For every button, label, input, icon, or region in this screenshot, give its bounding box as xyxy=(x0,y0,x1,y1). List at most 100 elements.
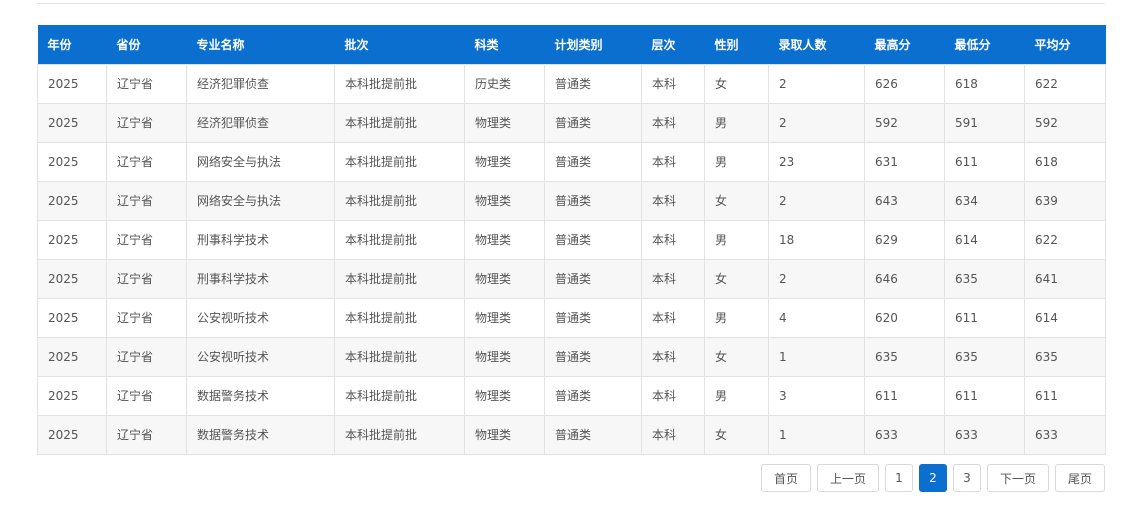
cell-plan-type: 普通类 xyxy=(544,63,642,104)
table-header: 年份 省份 专业名称 批次 科类 计划类别 层次 性别 录取人数 最高分 最低分… xyxy=(37,25,1106,64)
admission-score-table: 年份 省份 专业名称 批次 科类 计划类别 层次 性别 录取人数 最高分 最低分… xyxy=(37,25,1106,455)
cell-subject-type: 物理类 xyxy=(464,336,545,377)
table-row: 2025 辽宁省 刑事科学技术 本科批提前批 物理类 普通类 本科女 2 646 635 641 xyxy=(37,258,1106,299)
table-row: 2025 辽宁省 刑事科学技术 本科批提前批 物理类 普通类 本科男 18 629 614 622 xyxy=(37,219,1106,260)
cell-avg-score: 611 xyxy=(1024,375,1106,416)
cell-province: 辽宁省 xyxy=(106,258,187,299)
cell-year: 2025 xyxy=(37,414,107,455)
cell-level: 本科 xyxy=(641,297,705,338)
cell-subject-type: 物理类 xyxy=(464,219,545,260)
cell-avg-score: 618 xyxy=(1024,141,1106,182)
cell-province: 辽宁省 xyxy=(106,375,187,416)
cell-plan-type: 普通类 xyxy=(544,141,642,182)
col-header-gender: 性别 xyxy=(714,37,739,52)
next-page-button[interactable]: 下一页 xyxy=(986,464,1049,492)
col-header-batch: 批次 xyxy=(344,37,369,52)
cell-province: 辽宁省 xyxy=(106,180,187,221)
cell-subject-type: 历史类 xyxy=(464,63,545,104)
prev-page-button[interactable]: 上一页 xyxy=(816,464,879,492)
cell-avg-score: 641 xyxy=(1024,258,1106,299)
cell-subject-type: 物理类 xyxy=(464,102,545,143)
cell-level: 本科 xyxy=(641,141,705,182)
cell-batch: 本科批提前批 xyxy=(334,63,465,104)
table-row: 2025 辽宁省 数据警务技术 本科批提前批 物理类 普通类 本科男 3 611 611 611 xyxy=(37,375,1106,416)
cell-gender: 女 xyxy=(704,258,769,299)
cell-max-score: 633 xyxy=(864,414,945,455)
col-header-avg-score: 平均分 xyxy=(1034,37,1071,52)
cell-max-score: 629 xyxy=(864,219,945,260)
table-body: 2025 辽宁省 经济犯罪侦查 本科批提前批 历史类 普通类 本科女 2 626 618 622 20… xyxy=(37,63,1106,455)
cell-admitted-count: 2 xyxy=(768,102,865,143)
cell-major: 网络安全与执法 xyxy=(186,180,335,221)
header-row: 年份 省份 专业名称 批次 科类 计划类别 层次 性别 录取人数 最高分 最低分… xyxy=(37,25,1106,64)
cell-avg-score: 635 xyxy=(1024,336,1106,377)
cell-batch: 本科批提前批 xyxy=(334,414,465,455)
page-1-button[interactable]: 1 xyxy=(884,464,913,492)
cell-min-score: 611 xyxy=(944,141,1025,182)
cell-min-score: 611 xyxy=(944,375,1025,416)
last-page-button[interactable]: 尾页 xyxy=(1054,464,1105,492)
cell-subject-type: 物理类 xyxy=(464,180,545,221)
cell-gender: 男 xyxy=(704,141,769,182)
cell-gender: 男 xyxy=(704,102,769,143)
cell-avg-score: 592 xyxy=(1024,102,1106,143)
cell-avg-score: 633 xyxy=(1024,414,1106,455)
col-header-plan-type: 计划类别 xyxy=(554,37,603,52)
cell-province: 辽宁省 xyxy=(106,102,187,143)
cell-major: 数据警务技术 xyxy=(186,414,335,455)
cell-batch: 本科批提前批 xyxy=(334,219,465,260)
cell-year: 2025 xyxy=(37,258,107,299)
cell-year: 2025 xyxy=(37,375,107,416)
cell-avg-score: 639 xyxy=(1024,180,1106,221)
cell-subject-type: 物理类 xyxy=(464,141,545,182)
cell-min-score: 634 xyxy=(944,180,1025,221)
cell-avg-score: 622 xyxy=(1024,63,1106,104)
cell-major: 刑事科学技术 xyxy=(186,258,335,299)
cell-admitted-count: 3 xyxy=(768,375,865,416)
top-divider xyxy=(37,3,1105,4)
cell-max-score: 611 xyxy=(864,375,945,416)
col-header-admitted-count: 录取人数 xyxy=(778,37,827,52)
cell-admitted-count: 2 xyxy=(768,180,865,221)
table-row: 2025 辽宁省 数据警务技术 本科批提前批 物理类 普通类 本科女 1 633 633 633 xyxy=(37,414,1106,455)
cell-major: 经济犯罪侦查 xyxy=(186,63,335,104)
cell-gender: 女 xyxy=(704,63,769,104)
cell-max-score: 620 xyxy=(864,297,945,338)
table-row: 2025 辽宁省 经济犯罪侦查 本科批提前批 历史类 普通类 本科女 2 626 618 622 xyxy=(37,63,1106,104)
cell-batch: 本科批提前批 xyxy=(334,336,465,377)
cell-min-score: 614 xyxy=(944,219,1025,260)
table-row: 2025 辽宁省 经济犯罪侦查 本科批提前批 物理类 普通类 本科男 2 592 591 592 xyxy=(37,102,1106,143)
page-2-button[interactable]: 2 xyxy=(918,464,947,492)
cell-plan-type: 普通类 xyxy=(544,336,642,377)
cell-max-score: 643 xyxy=(864,180,945,221)
col-header-level: 层次 xyxy=(651,37,676,52)
cell-max-score: 626 xyxy=(864,63,945,104)
col-header-year: 年份 xyxy=(47,37,72,52)
cell-admitted-count: 2 xyxy=(768,258,865,299)
col-header-max-score: 最高分 xyxy=(874,37,911,52)
cell-plan-type: 普通类 xyxy=(544,180,642,221)
cell-gender: 女 xyxy=(704,414,769,455)
cell-gender: 男 xyxy=(704,219,769,260)
cell-major: 数据警务技术 xyxy=(186,375,335,416)
cell-batch: 本科批提前批 xyxy=(334,180,465,221)
first-page-button[interactable]: 首页 xyxy=(760,464,811,492)
cell-min-score: 618 xyxy=(944,63,1025,104)
cell-year: 2025 xyxy=(37,180,107,221)
cell-province: 辽宁省 xyxy=(106,297,187,338)
cell-max-score: 631 xyxy=(864,141,945,182)
cell-subject-type: 物理类 xyxy=(464,414,545,455)
cell-level: 本科 xyxy=(641,219,705,260)
page-3-button[interactable]: 3 xyxy=(952,464,981,492)
cell-level: 本科 xyxy=(641,102,705,143)
table-row: 2025 辽宁省 网络安全与执法 本科批提前批 物理类 普通类 本科男 23 631 611 618 xyxy=(37,141,1106,182)
col-header-subject-type: 科类 xyxy=(474,37,499,52)
cell-year: 2025 xyxy=(37,336,107,377)
cell-admitted-count: 18 xyxy=(768,219,865,260)
cell-batch: 本科批提前批 xyxy=(334,297,465,338)
cell-avg-score: 614 xyxy=(1024,297,1106,338)
cell-plan-type: 普通类 xyxy=(544,219,642,260)
cell-province: 辽宁省 xyxy=(106,414,187,455)
cell-min-score: 611 xyxy=(944,297,1025,338)
cell-major: 公安视听技术 xyxy=(186,336,335,377)
